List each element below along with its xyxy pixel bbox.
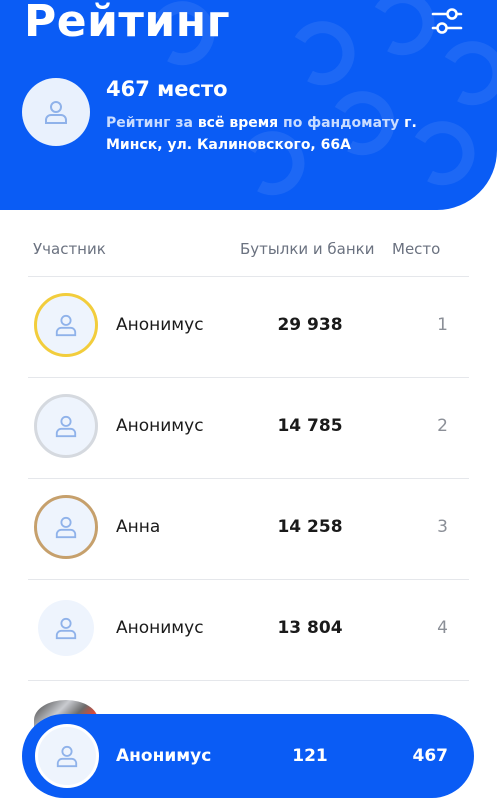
column-header-participant: Участник bbox=[33, 240, 106, 258]
column-header-place: Место bbox=[392, 240, 441, 258]
participant-name: Анонимус bbox=[116, 618, 204, 638]
place-number: 3 bbox=[437, 517, 448, 537]
table-row[interactable]: Анонимус 14 785 2 bbox=[0, 378, 497, 478]
bottles-count: 14 258 bbox=[277, 517, 343, 537]
desc-middle: по фандомату bbox=[278, 115, 405, 131]
bottles-count: 29 938 bbox=[277, 315, 343, 335]
user-icon bbox=[56, 745, 78, 768]
bottles-count: 13 804 bbox=[277, 618, 343, 638]
avatar bbox=[34, 293, 98, 357]
desc-period[interactable]: всё время bbox=[198, 115, 278, 131]
rating-header: Рейтинг 467 место Рейтинг за всё время п… bbox=[0, 0, 497, 210]
my-name: Анонимус bbox=[116, 746, 212, 766]
avatar bbox=[35, 724, 99, 788]
user-icon bbox=[45, 101, 67, 124]
place-number: 4 bbox=[437, 618, 448, 638]
avatar bbox=[38, 600, 94, 656]
avatar bbox=[34, 495, 98, 559]
my-place-number: 467 bbox=[412, 746, 449, 766]
user-icon bbox=[55, 516, 77, 539]
my-bottles-count: 121 bbox=[292, 746, 328, 766]
place-number: 1 bbox=[437, 315, 448, 335]
table-row[interactable]: Анонимус 29 938 1 bbox=[0, 277, 497, 377]
table-row[interactable]: Анна 14 258 3 bbox=[0, 479, 497, 579]
participant-name: Анонимус bbox=[116, 315, 204, 335]
column-header-bottles: Бутылки и банки bbox=[240, 240, 375, 258]
my-place-title: 467 место bbox=[106, 77, 228, 101]
sliders-icon[interactable] bbox=[430, 6, 464, 36]
divider bbox=[28, 680, 469, 681]
my-rating-bar[interactable]: Анонимус 121 467 bbox=[22, 714, 474, 798]
table-row[interactable]: Анонимус 13 804 4 bbox=[0, 580, 497, 680]
place-number: 2 bbox=[437, 416, 448, 436]
avatar bbox=[34, 394, 98, 458]
participant-name: Анна bbox=[116, 517, 161, 537]
rating-description: Рейтинг за всё время по фандомату г. Мин… bbox=[106, 112, 466, 156]
page-title: Рейтинг bbox=[24, 0, 231, 47]
user-icon bbox=[55, 415, 77, 438]
bottles-count: 14 785 bbox=[277, 416, 343, 436]
user-icon bbox=[55, 314, 77, 337]
avatar bbox=[22, 78, 90, 146]
participant-name: Анонимус bbox=[116, 416, 204, 436]
desc-prefix: Рейтинг за bbox=[106, 115, 198, 131]
user-icon bbox=[55, 617, 77, 640]
